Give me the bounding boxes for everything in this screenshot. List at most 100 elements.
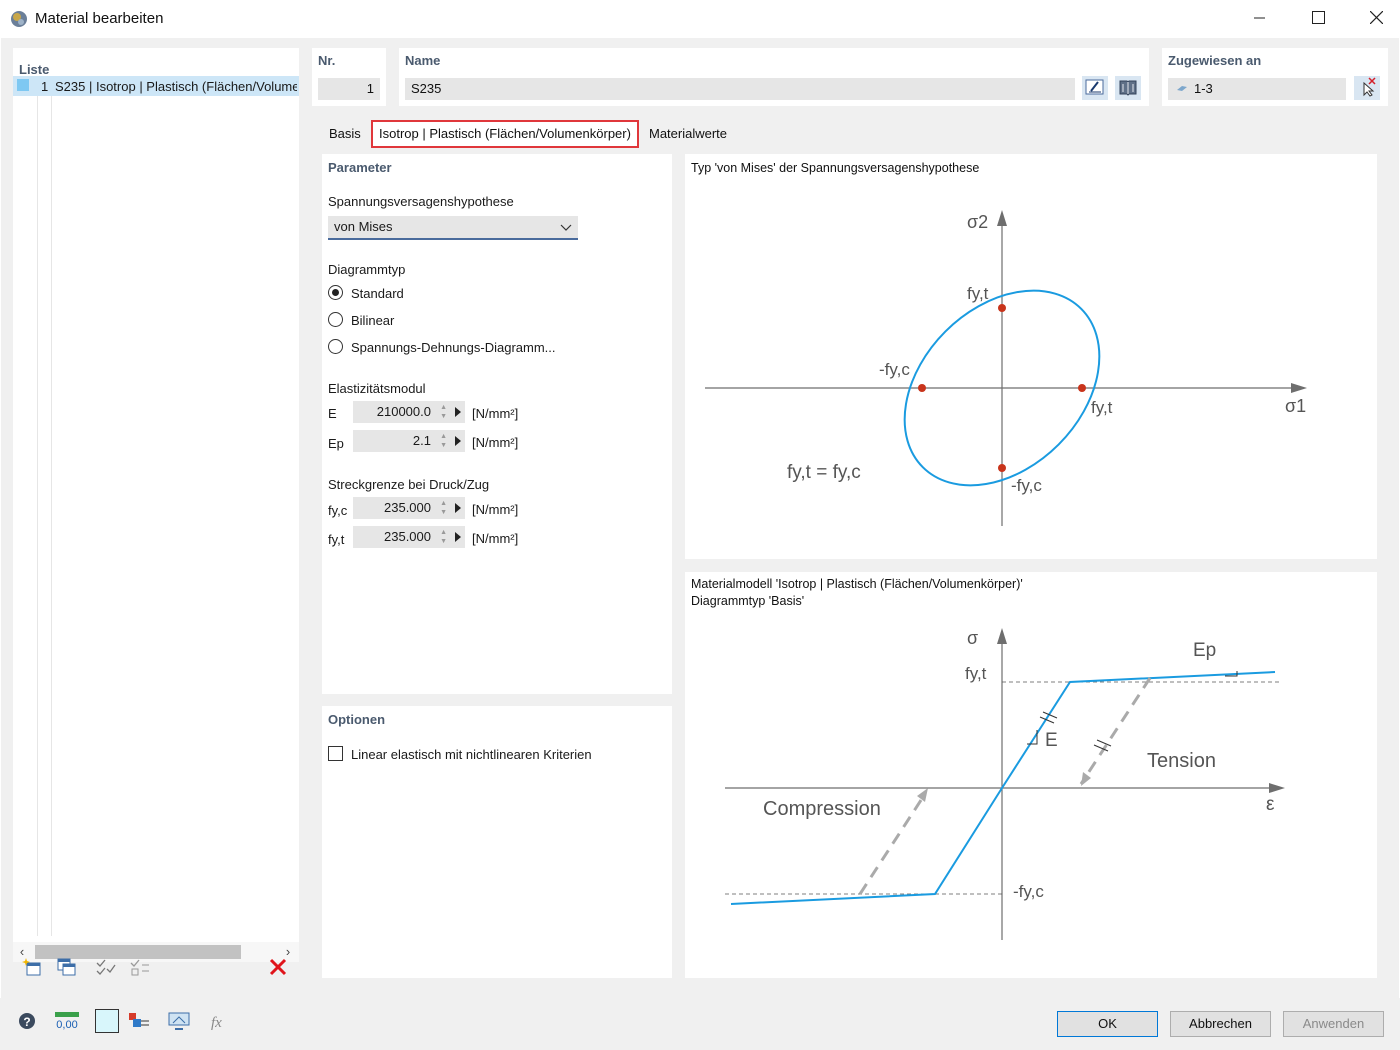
dialog-footer: ? 0,00 fx OK Abbrechen Anwenden: [0, 998, 1400, 1050]
text-format-icon: [127, 1011, 151, 1034]
fyt-top-label: fy,t: [967, 284, 989, 303]
list-toolbar: [13, 956, 299, 986]
expand-arrow-icon[interactable]: [455, 436, 461, 446]
uncheck-button[interactable]: [127, 956, 153, 980]
checklist-icon: [95, 957, 117, 980]
fyt-unit: [N/mm²]: [472, 531, 519, 546]
fyc-level-label: -fy,c: [1013, 882, 1044, 901]
fyt-input[interactable]: 235.000 ▲ ▼: [353, 526, 465, 548]
tab-isotropic-plastic[interactable]: Isotrop | Plastisch (Flächen/Volumenkörp…: [371, 120, 639, 148]
radio-bilinear[interactable]: [328, 312, 343, 327]
e-modulus-input[interactable]: 210000.0 ▲ ▼: [353, 401, 465, 423]
tab-basis[interactable]: Basis: [323, 120, 367, 148]
list-item[interactable]: 1 S235 | Isotrop | Plastisch (Flächen/Vo…: [13, 76, 299, 96]
e-value: 210000.0: [376, 404, 431, 419]
copy-material-button[interactable]: [53, 956, 79, 980]
sigma1-label: σ1: [1285, 396, 1307, 416]
yield-equation: fy,t = fy,c: [787, 462, 861, 483]
e-unit: [N/mm²]: [472, 406, 519, 421]
tab-material-values[interactable]: Materialwerte: [643, 120, 733, 148]
radio-standard[interactable]: [328, 285, 343, 300]
close-button[interactable]: [1353, 0, 1399, 38]
linear-elastic-checkbox[interactable]: [328, 746, 343, 761]
spin-arrows-icon[interactable]: ▲ ▼: [440, 403, 447, 421]
assigned-label: Zugewiesen an: [1168, 53, 1262, 68]
ep-slope-label: Ep: [1193, 640, 1217, 661]
fyt-value: 235.000: [384, 529, 431, 544]
sigma2-label: σ2: [967, 212, 989, 232]
radio-stress-strain[interactable]: [328, 339, 343, 354]
tab-content: Parameter Spannungsversagenshypothese vo…: [312, 148, 1390, 988]
svg-text:?: ?: [23, 1015, 30, 1029]
options-title: Optionen: [328, 712, 386, 727]
parameter-title: Parameter: [328, 160, 392, 175]
help-icon: ?: [17, 1011, 37, 1034]
fyc-left-label: -fy,c: [879, 360, 910, 379]
tree-guide-line: [51, 96, 52, 936]
sigma-arrow: [997, 628, 1007, 644]
nr-field[interactable]: 1: [318, 78, 380, 100]
material-library-button[interactable]: [1115, 76, 1141, 100]
ep-modulus-input[interactable]: 2.1 ▲ ▼: [353, 430, 465, 452]
e-label: E: [328, 406, 337, 421]
stress-strain-diagram-panel: Materialmodell 'Isotrop | Plastisch (Flä…: [685, 572, 1377, 978]
function-icon: fx: [209, 1011, 233, 1034]
epsilon-arrow: [1269, 783, 1285, 793]
fyc-input[interactable]: 235.000 ▲ ▼: [353, 497, 465, 519]
point-fyt-top: [998, 304, 1006, 312]
ok-button[interactable]: OK: [1057, 1011, 1158, 1037]
linear-elastic-label: Linear elastisch mit nichtlinearen Krite…: [351, 747, 592, 762]
help-button[interactable]: ?: [14, 1010, 40, 1034]
surface-icon: [1176, 79, 1188, 100]
point-fyc-bottom: [998, 464, 1006, 472]
minimize-button[interactable]: [1237, 0, 1283, 38]
hypothesis-dropdown[interactable]: von Mises: [328, 216, 578, 240]
tree-guide-line: [37, 96, 38, 936]
assigned-field[interactable]: 1-3: [1168, 78, 1346, 100]
point-fyt-right: [1078, 384, 1086, 392]
monitor-icon: [167, 1011, 191, 1034]
sigma1-arrow: [1291, 383, 1307, 393]
cancel-button[interactable]: Abbrechen: [1170, 1011, 1271, 1037]
hypothesis-value: von Mises: [334, 219, 393, 234]
svg-text:0,00: 0,00: [56, 1019, 77, 1031]
expand-arrow-icon[interactable]: [455, 503, 461, 513]
fyt-label: fy,t: [328, 532, 345, 547]
check-swap-icon: [129, 957, 151, 980]
maximize-button[interactable]: [1295, 0, 1341, 38]
units-decimals-button[interactable]: 0,00: [54, 1010, 80, 1034]
check-all-button[interactable]: [93, 956, 119, 980]
formula-button[interactable]: fx: [208, 1010, 234, 1034]
spin-arrows-icon[interactable]: ▲ ▼: [440, 432, 447, 450]
spin-arrows-icon[interactable]: ▲ ▼: [440, 528, 447, 546]
color-picker-button[interactable]: [95, 1009, 119, 1033]
radio-stress-strain-label: Spannungs-Dehnungs-Diagramm...: [351, 340, 556, 355]
assigned-panel: Zugewiesen an 1-3: [1162, 48, 1388, 106]
compression-label: Compression: [763, 798, 881, 820]
fyt-right-label: fy,t: [1091, 398, 1113, 417]
nr-panel: Nr. 1: [312, 48, 386, 106]
expand-arrow-icon[interactable]: [455, 407, 461, 417]
edit-text-icon: [1085, 78, 1105, 99]
radio-bilinear-label: Bilinear: [351, 313, 395, 328]
window-title: Material bearbeiten: [35, 10, 164, 27]
delete-icon: [269, 958, 287, 979]
edit-name-button[interactable]: [1082, 76, 1108, 100]
unloading-arrow-compression: [917, 788, 928, 802]
new-material-button[interactable]: [19, 956, 45, 980]
epsilon-label: ε: [1266, 794, 1275, 815]
dialog-body: Liste 1 S235 | Isotrop | Plastisch (Fläc…: [1, 38, 1399, 998]
name-field[interactable]: S235: [405, 78, 1075, 100]
material-app-icon: [9, 9, 29, 32]
maximize-icon: [1311, 11, 1325, 27]
select-cursor-icon: [1357, 76, 1377, 100]
title-bar: Material bearbeiten: [0, 0, 1400, 38]
text-settings-button[interactable]: [126, 1010, 152, 1034]
delete-material-button[interactable]: [265, 956, 291, 980]
spin-arrows-icon[interactable]: ▲ ▼: [440, 499, 447, 517]
display-settings-button[interactable]: [166, 1010, 192, 1034]
library-book-icon: [1118, 78, 1138, 99]
expand-arrow-icon[interactable]: [455, 532, 461, 542]
apply-button[interactable]: Anwenden: [1283, 1011, 1384, 1037]
pick-objects-button[interactable]: [1354, 76, 1380, 100]
